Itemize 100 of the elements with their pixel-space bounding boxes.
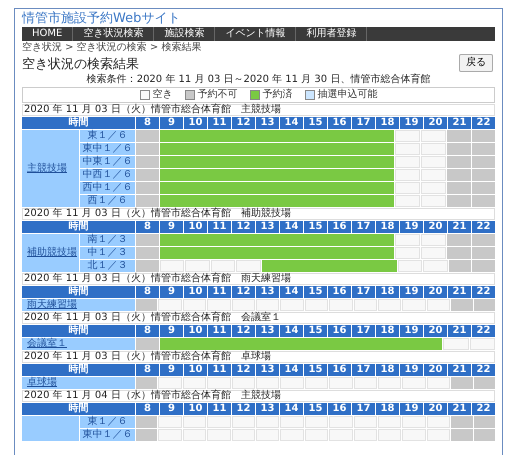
slot-cell[interactable] xyxy=(354,429,378,441)
slot-cell[interactable] xyxy=(182,377,206,389)
slot-cell[interactable] xyxy=(420,234,446,246)
slot-cell[interactable] xyxy=(426,429,450,441)
booked-bar[interactable] xyxy=(160,182,394,194)
slot-cell[interactable] xyxy=(304,429,328,441)
slot-cell[interactable] xyxy=(394,247,420,259)
booked-bar[interactable] xyxy=(160,169,394,181)
slot-cell[interactable] xyxy=(354,377,378,389)
booked-bar[interactable] xyxy=(160,156,394,168)
slot-cell[interactable] xyxy=(158,299,182,311)
nav-link[interactable]: HOME xyxy=(22,27,74,41)
slot-cell[interactable] xyxy=(354,299,378,311)
booked-bar[interactable] xyxy=(160,338,442,350)
facility-link[interactable]: 主競技場 xyxy=(22,162,72,174)
slot-cell[interactable] xyxy=(329,377,353,389)
slot-cell[interactable] xyxy=(158,377,182,389)
slot-cell[interactable] xyxy=(423,260,448,272)
slot-cell[interactable] xyxy=(394,195,420,207)
booked-bar[interactable] xyxy=(160,130,394,142)
slot-cell[interactable] xyxy=(236,260,261,272)
booked-bar[interactable] xyxy=(160,195,394,207)
slot-cell[interactable] xyxy=(304,416,328,428)
facility-link[interactable]: 卓球場 xyxy=(22,377,62,389)
slot-cell[interactable] xyxy=(402,416,426,428)
slot-cell[interactable] xyxy=(378,377,402,389)
slot-cell[interactable] xyxy=(402,299,426,311)
slot-cell[interactable] xyxy=(160,260,184,272)
slot-cell[interactable] xyxy=(256,299,280,311)
slot-cell[interactable] xyxy=(394,143,420,155)
slot-cell[interactable] xyxy=(256,429,280,441)
slot-cell[interactable] xyxy=(394,182,420,194)
court-label[interactable]: 北１／３ xyxy=(80,260,135,272)
slot-cell[interactable] xyxy=(378,416,402,428)
slot-cell[interactable] xyxy=(426,416,450,428)
slot-cell[interactable] xyxy=(420,182,446,194)
slot-cell[interactable] xyxy=(394,156,420,168)
court-label[interactable]: 中東１／６ xyxy=(80,156,135,168)
slot-cell[interactable] xyxy=(378,429,402,441)
slot-cell[interactable] xyxy=(420,247,446,259)
slot-cell[interactable] xyxy=(210,260,236,272)
slot-cell[interactable] xyxy=(232,377,256,389)
booked-bar[interactable] xyxy=(160,143,394,155)
court-label[interactable]: 東１／６ xyxy=(80,130,135,142)
court-label[interactable]: 中１／３ xyxy=(80,247,135,259)
slot-cell[interactable] xyxy=(378,299,402,311)
slot-cell[interactable] xyxy=(394,234,420,246)
court-label[interactable]: 南１／３ xyxy=(80,234,135,246)
slot-cell[interactable] xyxy=(182,299,206,311)
slot-cell[interactable] xyxy=(443,338,469,350)
slot-cell[interactable] xyxy=(158,429,182,441)
slot-cell[interactable] xyxy=(256,416,280,428)
court-label[interactable]: 西１／６ xyxy=(80,195,135,207)
slot-cell[interactable] xyxy=(207,416,231,428)
slot-cell[interactable] xyxy=(182,429,206,441)
slot-cell[interactable] xyxy=(398,260,422,272)
booked-bar[interactable] xyxy=(160,247,394,259)
slot-cell[interactable] xyxy=(402,429,426,441)
slot-cell[interactable] xyxy=(402,377,426,389)
slot-cell[interactable] xyxy=(232,416,256,428)
slot-cell[interactable] xyxy=(329,416,353,428)
slot-cell[interactable] xyxy=(420,143,446,155)
back-button[interactable]: 戻る xyxy=(459,54,493,72)
slot-cell[interactable] xyxy=(207,429,231,441)
court-label[interactable]: 中西１／６ xyxy=(80,169,135,181)
slot-cell[interactable] xyxy=(232,299,256,311)
slot-cell[interactable] xyxy=(207,377,231,389)
nav-link[interactable]: 施設検索 xyxy=(154,27,216,41)
slot-cell[interactable] xyxy=(329,299,353,311)
court-label[interactable]: 東中１／６ xyxy=(80,429,135,441)
slot-cell[interactable] xyxy=(256,377,280,389)
booked-bar[interactable] xyxy=(160,234,394,246)
court-label[interactable]: 西中１／６ xyxy=(80,182,135,194)
slot-cell[interactable] xyxy=(280,429,304,441)
slot-cell[interactable] xyxy=(420,195,446,207)
slot-cell[interactable] xyxy=(354,416,378,428)
slot-cell[interactable] xyxy=(394,130,420,142)
facility-link[interactable]: 会議室１ xyxy=(22,338,72,350)
slot-cell[interactable] xyxy=(329,429,353,441)
slot-cell[interactable] xyxy=(280,416,304,428)
slot-cell[interactable] xyxy=(280,299,304,311)
slot-cell[interactable] xyxy=(426,299,450,311)
facility-link[interactable]: 補助競技場 xyxy=(22,247,82,259)
slot-cell[interactable] xyxy=(182,416,206,428)
court-label[interactable]: 東１／６ xyxy=(80,416,135,428)
facility-link[interactable]: 雨天練習場 xyxy=(22,299,82,311)
slot-cell[interactable] xyxy=(470,338,495,350)
slot-cell[interactable] xyxy=(420,130,446,142)
site-title[interactable]: 情管市施設予約Webサイト xyxy=(22,11,495,26)
slot-cell[interactable] xyxy=(185,260,210,272)
booked-bar[interactable] xyxy=(262,260,397,272)
slot-cell[interactable] xyxy=(420,169,446,181)
slot-cell[interactable] xyxy=(426,377,450,389)
slot-cell[interactable] xyxy=(207,299,231,311)
slot-cell[interactable] xyxy=(280,377,304,389)
nav-link[interactable]: 空き状況検索 xyxy=(73,27,154,41)
slot-cell[interactable] xyxy=(420,156,446,168)
slot-cell[interactable] xyxy=(394,169,420,181)
slot-cell[interactable] xyxy=(158,416,182,428)
slot-cell[interactable] xyxy=(304,377,328,389)
